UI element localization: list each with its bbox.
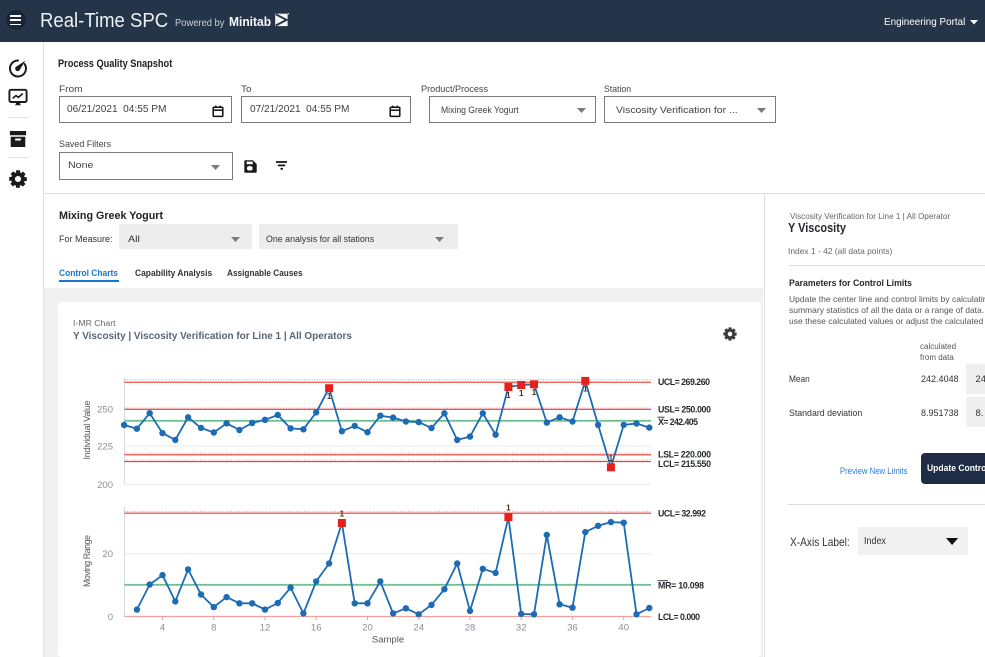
svg-text:32: 32 bbox=[516, 623, 527, 634]
svg-text:36: 36 bbox=[567, 623, 578, 634]
svg-text:225: 225 bbox=[97, 441, 113, 452]
svg-text:4: 4 bbox=[160, 623, 165, 634]
svg-text:1: 1 bbox=[532, 388, 537, 397]
svg-text:1: 1 bbox=[609, 454, 614, 463]
svg-text:USL= 250.000: USL= 250.000 bbox=[658, 405, 711, 415]
svg-text:200: 200 bbox=[97, 480, 113, 491]
svg-text:Individual Value: Individual Value bbox=[82, 400, 92, 459]
svg-text:LSL= 220.000: LSL= 220.000 bbox=[658, 450, 711, 460]
svg-text:250: 250 bbox=[97, 405, 113, 416]
svg-text:16: 16 bbox=[311, 623, 322, 634]
svg-text:8: 8 bbox=[211, 623, 216, 634]
svg-text:24: 24 bbox=[413, 623, 424, 634]
svg-text:1: 1 bbox=[506, 391, 511, 400]
svg-text:20: 20 bbox=[102, 549, 113, 560]
svg-text:28: 28 bbox=[465, 623, 476, 634]
svg-text:1: 1 bbox=[519, 389, 524, 398]
svg-text:LCL= 215.550: LCL= 215.550 bbox=[658, 459, 711, 469]
svg-text:20: 20 bbox=[362, 623, 373, 634]
svg-text:UCL= 269.260: UCL= 269.260 bbox=[658, 377, 710, 387]
svg-text:0: 0 bbox=[108, 612, 113, 623]
svg-text:1: 1 bbox=[327, 392, 332, 401]
svg-text:12: 12 bbox=[260, 623, 271, 634]
svg-text:1: 1 bbox=[340, 510, 345, 519]
svg-text:MR= 10.098: MR= 10.098 bbox=[658, 581, 704, 591]
svg-text:1: 1 bbox=[583, 385, 588, 394]
svg-text:40: 40 bbox=[618, 623, 629, 634]
svg-text:Sample: Sample bbox=[372, 635, 404, 646]
svg-text:Moving Range: Moving Range bbox=[82, 535, 92, 587]
svg-text:UCL= 32.992: UCL= 32.992 bbox=[658, 509, 706, 519]
svg-text:LCL= 0.000: LCL= 0.000 bbox=[658, 612, 700, 622]
svg-text:1: 1 bbox=[506, 504, 511, 513]
svg-text:X= 242.405: X= 242.405 bbox=[658, 417, 698, 427]
